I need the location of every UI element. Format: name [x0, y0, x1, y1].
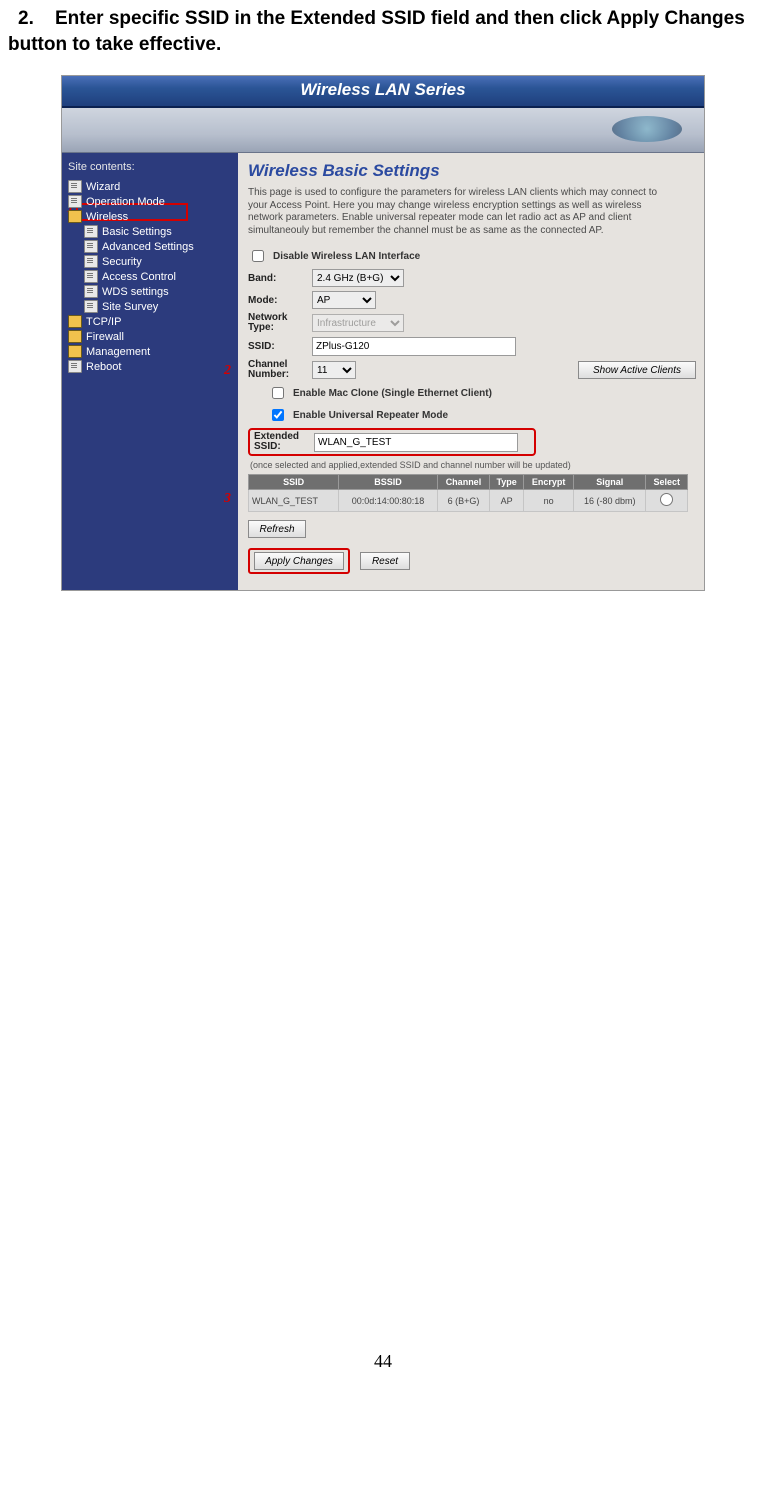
highlight-box-2: Extended SSID:: [248, 428, 536, 456]
page-description: This page is used to configure the param…: [248, 187, 668, 237]
sidebar-item-mgmt[interactable]: Management: [66, 344, 234, 359]
macclone-checkbox[interactable]: [272, 387, 284, 399]
folder-icon: [68, 315, 82, 328]
header-banner: [62, 108, 704, 153]
macclone-label: Enable Mac Clone (Single Ethernet Client…: [293, 388, 492, 399]
band-label: Band:: [248, 273, 306, 284]
step-number: 2.: [18, 8, 34, 29]
col-select: Select: [646, 475, 688, 490]
repeater-label: Enable Universal Repeater Mode: [293, 410, 448, 421]
table-row: WLAN_G_TEST 00:0d:14:00:80:18 6 (B+G) AP…: [249, 490, 688, 512]
channel-label: Channel Number:: [248, 360, 306, 380]
cell-encrypt: no: [524, 490, 574, 512]
sidebar-item-firewall[interactable]: Firewall: [66, 329, 234, 344]
sidebar-label: Advanced Settings: [102, 241, 194, 253]
sidebar-label: Basic Settings: [102, 226, 172, 238]
apply-changes-button[interactable]: Apply Changes: [254, 552, 344, 570]
cell-bssid: 00:0d:14:00:80:18: [339, 490, 437, 512]
doc-icon: [84, 270, 98, 283]
doc-icon: [68, 195, 82, 208]
ext-ssid-input[interactable]: [314, 433, 518, 452]
ext-ssid-label: Extended SSID:: [254, 432, 308, 452]
sidebar-label: TCP/IP: [86, 316, 121, 328]
doc-icon: [84, 255, 98, 268]
col-channel: Channel: [437, 475, 490, 490]
doc-icon: [84, 225, 98, 238]
content-panel: 2 3 Wireless Basic Settings This page is…: [238, 153, 704, 590]
sidebar-item-wireless[interactable]: Wireless: [66, 209, 234, 224]
channel-select[interactable]: 11: [312, 361, 356, 379]
repeater-checkbox[interactable]: [272, 409, 284, 421]
nettype-select: Infrastructure: [312, 314, 404, 332]
callout-3: 3: [224, 491, 231, 507]
doc-icon: [84, 285, 98, 298]
disable-wlan-checkbox[interactable]: [252, 250, 264, 262]
sidebar-item-advanced[interactable]: Advanced Settings: [66, 239, 234, 254]
sidebar-item-tcpip[interactable]: TCP/IP: [66, 314, 234, 329]
sidebar-label: Firewall: [86, 331, 124, 343]
sidebar-label: Wizard: [86, 181, 120, 193]
scan-results-table: SSID BSSID Channel Type Encrypt Signal S…: [248, 474, 688, 512]
refresh-button[interactable]: Refresh: [248, 520, 306, 538]
sidebar-item-security[interactable]: Security: [66, 254, 234, 269]
col-ssid: SSID: [249, 475, 339, 490]
band-select[interactable]: 2.4 GHz (B+G): [312, 269, 404, 287]
select-radio[interactable]: [660, 493, 673, 506]
sidebar-item-basic[interactable]: Basic Settings: [66, 224, 234, 239]
sidebar-title: Site contents:: [68, 161, 234, 173]
embedded-screenshot: Wireless LAN Series Site contents: 1 Wiz…: [61, 75, 705, 591]
folder-icon: [68, 210, 82, 223]
sidebar-item-access[interactable]: Access Control: [66, 269, 234, 284]
col-type: Type: [490, 475, 524, 490]
sidebar-label: Management: [86, 346, 150, 358]
disable-wlan-label: Disable Wireless LAN Interface: [273, 251, 420, 262]
sidebar-label: Security: [102, 256, 142, 268]
ssid-input[interactable]: [312, 337, 516, 356]
doc-icon: [68, 180, 82, 193]
col-encrypt: Encrypt: [524, 475, 574, 490]
col-signal: Signal: [574, 475, 646, 490]
cell-select: [646, 490, 688, 512]
sidebar-item-survey[interactable]: Site Survey: [66, 299, 234, 314]
doc-icon: [84, 300, 98, 313]
sidebar-label: Site Survey: [102, 301, 158, 313]
folder-icon: [68, 345, 82, 358]
cell-channel: 6 (B+G): [437, 490, 490, 512]
cell-type: AP: [490, 490, 524, 512]
sidebar-label: Wireless: [86, 211, 128, 223]
mode-select[interactable]: AP: [312, 291, 376, 309]
sidebar-label: Operation Mode: [86, 196, 165, 208]
update-note: (once selected and applied,extended SSID…: [250, 460, 696, 470]
nettype-label: Network Type:: [248, 313, 306, 333]
sidebar-label: Access Control: [102, 271, 176, 283]
window-title: Wireless LAN Series: [62, 76, 704, 108]
sidebar-item-reboot[interactable]: Reboot: [66, 359, 234, 374]
doc-icon: [68, 360, 82, 373]
ssid-label: SSID:: [248, 341, 306, 352]
sidebar-item-wizard[interactable]: Wizard: [66, 179, 234, 194]
sidebar-item-opmode[interactable]: Operation Mode: [66, 194, 234, 209]
cell-signal: 16 (-80 dbm): [574, 490, 646, 512]
col-bssid: BSSID: [339, 475, 437, 490]
doc-icon: [84, 240, 98, 253]
show-clients-button[interactable]: Show Active Clients: [578, 361, 696, 379]
sidebar-item-wds[interactable]: WDS settings: [66, 284, 234, 299]
callout-2: 2: [224, 363, 231, 379]
sidebar-label: Reboot: [86, 361, 121, 373]
sidebar: Site contents: 1 Wizard Operation Mode W…: [62, 153, 238, 590]
mode-label: Mode:: [248, 295, 306, 306]
reset-button[interactable]: Reset: [360, 552, 410, 570]
instruction-text: 2. Enter specific SSID in the Extended S…: [8, 6, 758, 57]
cell-ssid: WLAN_G_TEST: [249, 490, 339, 512]
highlight-box-3: Apply Changes: [248, 548, 350, 574]
sidebar-label: WDS settings: [102, 286, 169, 298]
folder-icon: [68, 330, 82, 343]
page-heading: Wireless Basic Settings: [248, 161, 696, 181]
step-text: Enter specific SSID in the Extended SSID…: [8, 8, 745, 55]
page-number: 44: [8, 1351, 758, 1372]
